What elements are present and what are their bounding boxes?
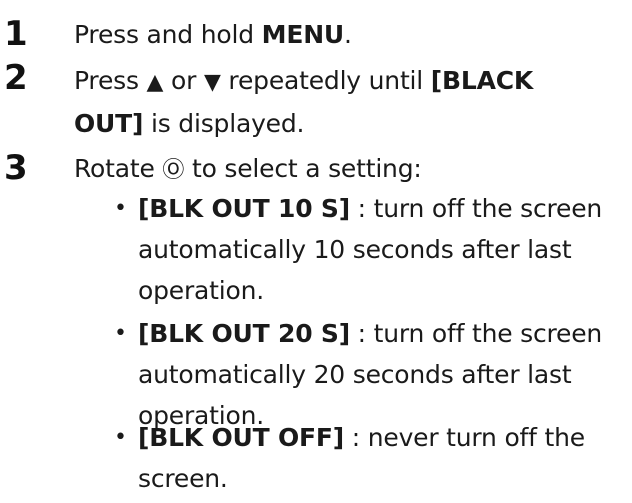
setting-description: : turn off the screen — [349, 194, 603, 223]
bullet-icon: • — [114, 425, 127, 450]
step-text-plain: or — [163, 66, 204, 95]
setting-description: screen. — [138, 464, 228, 493]
instruction-document: 1 Press and hold MENU. 2 Press ▲ or ▼ re… — [0, 0, 632, 503]
bullet-icon: • — [114, 196, 127, 221]
step-text: Rotate Ⓞ to select a setting: — [74, 148, 629, 191]
setting-description: operation. — [138, 276, 264, 305]
setting-option-label: [BLK OUT 20 S] — [138, 319, 350, 348]
rotary-knob-icon: Ⓞ — [162, 158, 185, 183]
bullet-icon: • — [114, 321, 127, 346]
step-text-plain: is displayed. — [143, 109, 305, 138]
setting-description: automatically 10 seconds after last — [138, 235, 572, 264]
step-text-plain: repeatedly until — [220, 66, 431, 95]
menu-button-label: MENU — [261, 20, 345, 49]
step-text-plain: Press — [74, 66, 147, 95]
setting-description: : turn off the screen — [349, 319, 603, 348]
step-number: 2 — [4, 58, 28, 98]
step-text-plain: Rotate — [74, 154, 163, 183]
step-text-line: Press ▲ or ▼ repeatedly until [BLACK — [74, 60, 629, 103]
list-item-text: [BLK OUT 10 S] : turn off the screen aut… — [138, 188, 632, 311]
setting-description: : never turn off the — [344, 423, 585, 452]
step-number: 1 — [4, 14, 28, 54]
step-text: Press and hold MENU. — [74, 14, 629, 55]
setting-name: [BLACK — [430, 66, 534, 95]
step-text-plain: Press and hold — [74, 20, 262, 49]
setting-name: OUT] — [74, 109, 144, 138]
step-text-plain: . — [344, 20, 352, 49]
list-item-text: [BLK OUT OFF] : never turn off the scree… — [138, 417, 632, 499]
down-arrow-icon: ▼ — [203, 70, 221, 95]
step-text-line: OUT] is displayed. — [74, 103, 629, 144]
step-text-plain: to select a setting: — [184, 154, 422, 183]
step-number: 3 — [4, 148, 28, 188]
step-text: Press ▲ or ▼ repeatedly until [BLACK OUT… — [74, 60, 629, 144]
setting-description: automatically 20 seconds after last — [138, 360, 572, 389]
up-arrow-icon: ▲ — [146, 70, 164, 95]
setting-option-label: [BLK OUT OFF] — [138, 423, 345, 452]
setting-option-label: [BLK OUT 10 S] — [138, 194, 350, 223]
